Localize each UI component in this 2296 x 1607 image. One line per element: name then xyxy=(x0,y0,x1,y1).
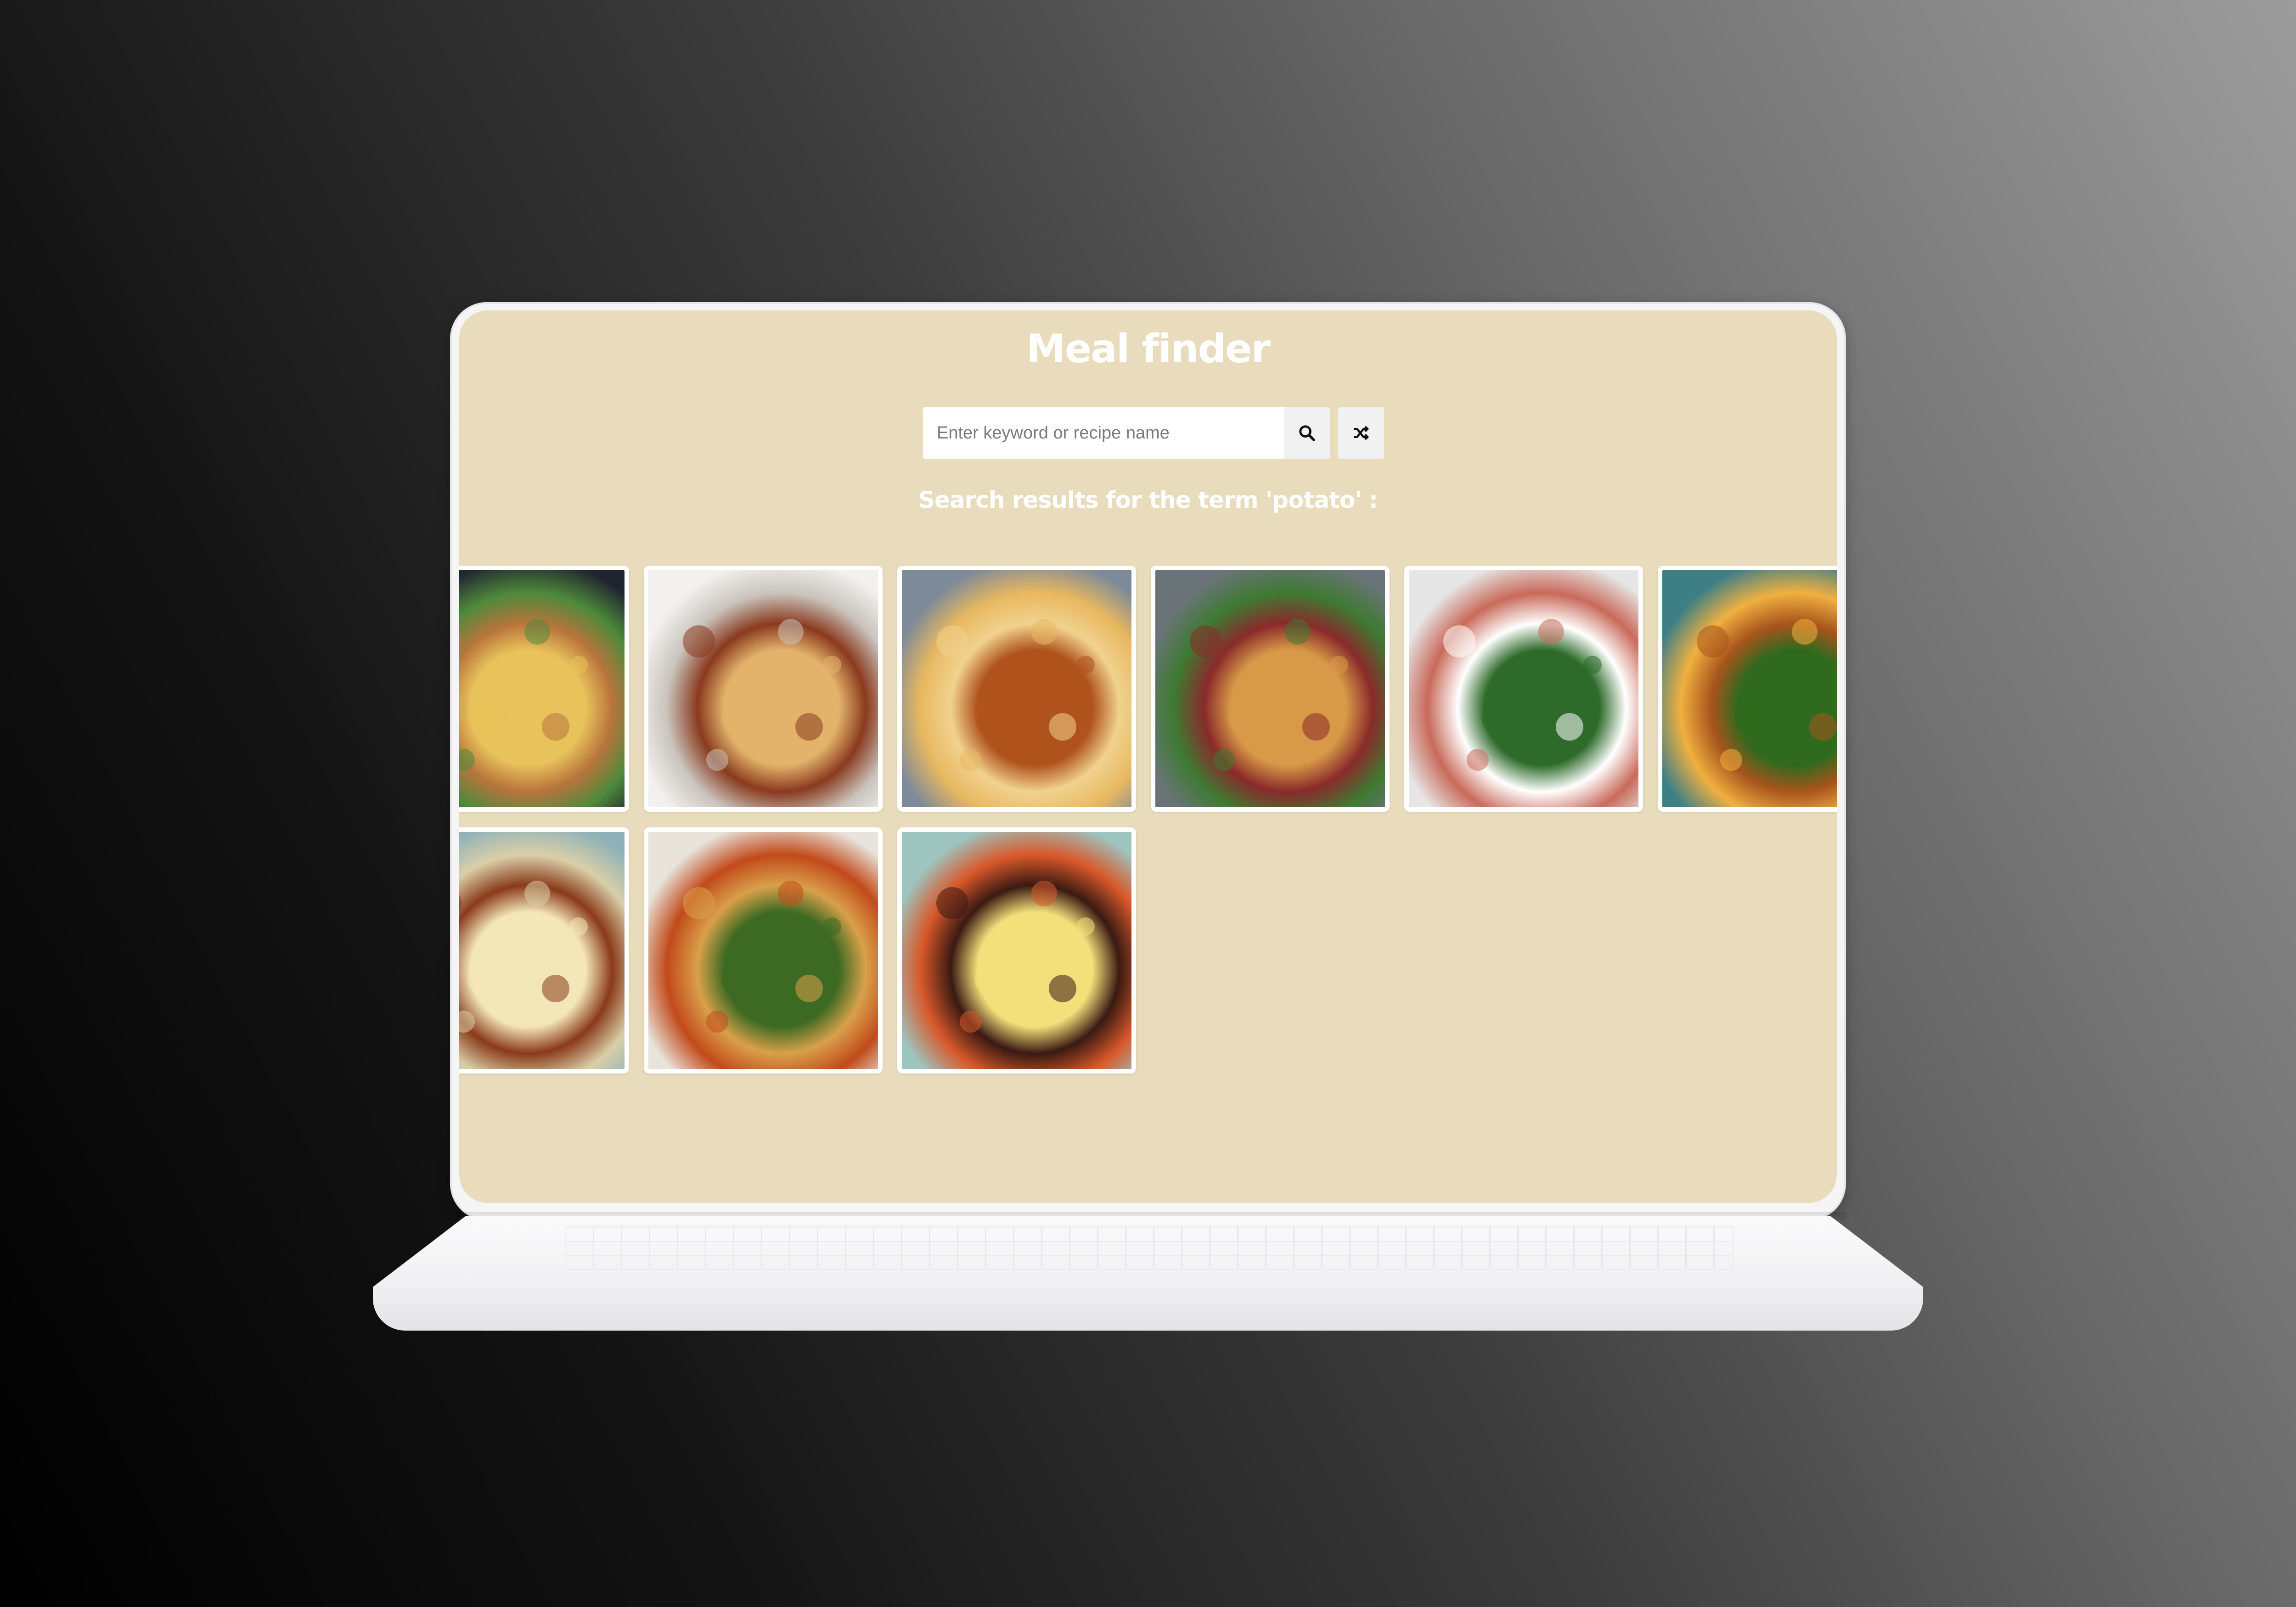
meal-card-chicken-broccoli[interactable] xyxy=(1658,566,1837,812)
food-detail xyxy=(459,887,461,919)
meal-photo xyxy=(648,832,878,1069)
food-detail xyxy=(1809,713,1837,741)
meal-card-meatloaf-mash[interactable] xyxy=(897,827,1136,1073)
search-input[interactable] xyxy=(923,407,1284,459)
meal-card-skillet-potatoes[interactable] xyxy=(459,566,629,812)
food-detail xyxy=(1467,748,1489,771)
meal-photo xyxy=(459,570,625,807)
food-detail xyxy=(823,917,841,936)
food-detail xyxy=(1190,625,1222,657)
food-detail xyxy=(974,959,1013,998)
meal-photo xyxy=(648,570,878,807)
page-title: Meal finder xyxy=(1026,326,1271,372)
food-detail xyxy=(1076,917,1095,936)
food-detail xyxy=(459,625,461,657)
food-detail xyxy=(823,656,841,674)
food-detail xyxy=(467,959,506,998)
food-detail xyxy=(721,697,760,736)
meal-photo xyxy=(1662,570,1837,807)
food-detail xyxy=(960,748,982,771)
food-detail xyxy=(1735,697,1773,736)
food-detail xyxy=(1302,713,1330,741)
meal-card-pulled-pork-mac[interactable] xyxy=(459,827,629,1073)
food-detail xyxy=(1697,625,1729,657)
food-detail xyxy=(1285,619,1311,645)
food-detail xyxy=(1031,881,1057,907)
food-detail xyxy=(1076,656,1095,674)
food-detail xyxy=(706,748,728,771)
meal-card-salad-bowl[interactable] xyxy=(1404,566,1643,812)
food-detail xyxy=(960,1010,982,1033)
app-screen: Meal finder Search results for the term … xyxy=(459,310,1837,1203)
search-icon xyxy=(1299,425,1315,441)
food-detail xyxy=(1720,748,1742,771)
food-detail xyxy=(683,625,715,657)
food-detail xyxy=(778,881,804,907)
food-detail xyxy=(721,959,760,998)
food-detail xyxy=(1049,713,1076,741)
food-detail xyxy=(1583,656,1602,674)
food-detail xyxy=(569,917,588,936)
food-detail xyxy=(1228,697,1266,736)
food-detail xyxy=(778,619,804,645)
meal-photo xyxy=(902,570,1131,807)
food-detail xyxy=(1049,974,1076,1002)
food-detail xyxy=(1538,619,1564,645)
food-detail xyxy=(524,619,550,645)
meal-card-potato-gratin[interactable] xyxy=(897,566,1136,812)
shuffle-icon xyxy=(1354,426,1369,440)
food-detail xyxy=(1792,619,1818,645)
food-detail xyxy=(974,697,1013,736)
food-detail xyxy=(683,887,715,919)
food-detail xyxy=(1330,656,1348,674)
food-detail xyxy=(706,1010,728,1033)
food-detail xyxy=(524,881,550,907)
meal-photo xyxy=(1409,570,1638,807)
meal-card-meat-pie[interactable] xyxy=(644,566,883,812)
meal-photo xyxy=(902,832,1131,1069)
food-detail xyxy=(1481,697,1520,736)
food-detail xyxy=(936,625,968,657)
meal-photo xyxy=(459,832,625,1069)
search-form xyxy=(923,407,1384,459)
food-detail xyxy=(459,748,475,771)
meal-photo xyxy=(1155,570,1385,807)
food-detail xyxy=(1031,619,1057,645)
meal-card-potato-bake-with-meat[interactable] xyxy=(1151,566,1390,812)
random-meal-button[interactable] xyxy=(1338,407,1384,459)
food-detail xyxy=(936,887,968,919)
meal-card-chicken-apple-zucchini[interactable] xyxy=(644,827,883,1073)
food-detail xyxy=(795,713,823,741)
search-button[interactable] xyxy=(1284,407,1330,459)
food-detail xyxy=(467,697,506,736)
food-detail xyxy=(795,974,823,1002)
food-detail xyxy=(459,1010,475,1033)
food-detail xyxy=(1443,625,1475,657)
results-heading: Search results for the term 'potato' : xyxy=(918,487,1378,513)
laptop-keyboard xyxy=(565,1225,1734,1270)
food-detail xyxy=(1556,713,1583,741)
food-detail xyxy=(569,656,588,674)
food-detail xyxy=(542,974,569,1002)
food-detail xyxy=(542,713,569,741)
food-detail xyxy=(1213,748,1235,771)
